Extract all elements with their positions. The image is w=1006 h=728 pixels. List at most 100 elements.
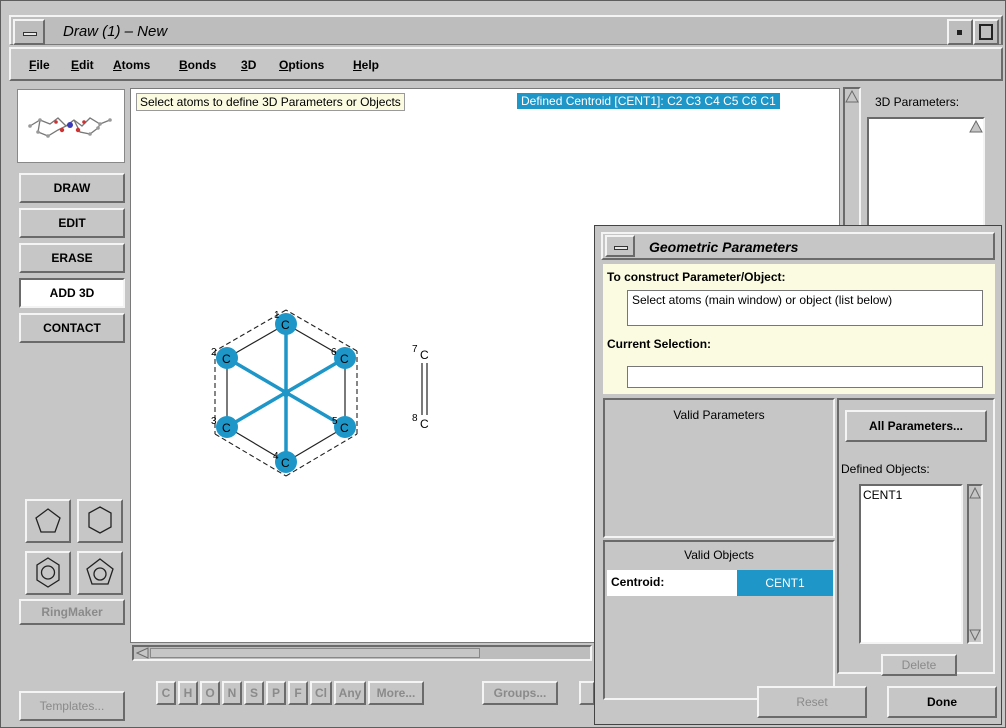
ringmaker-label: RingMaker [41, 605, 103, 619]
construct-panel: To construct Parameter/Object: Select at… [603, 264, 995, 394]
atom-label: C [281, 456, 290, 470]
maximize-button[interactable] [973, 19, 999, 45]
scroll-up-icon [845, 90, 859, 103]
atom-number: 6 [331, 347, 337, 358]
atom-number: 4 [273, 451, 279, 462]
menu-help-label: Help [353, 58, 380, 72]
menu-3d[interactable]: 3D [241, 58, 256, 72]
menu-help[interactable]: Help [353, 58, 379, 72]
atom-label: C [281, 318, 290, 332]
element-p-button[interactable]: P [266, 681, 286, 705]
menu-mnemonic: E [71, 58, 80, 72]
defined-object-item[interactable]: CENT1 [863, 488, 902, 502]
menu-options[interactable]: Options [279, 58, 324, 72]
menu-edit[interactable]: Edit [71, 58, 94, 72]
groups-label: Groups... [493, 686, 547, 700]
benzene-icon [36, 557, 60, 588]
scroll-thumb[interactable] [150, 648, 480, 658]
atom-label: C [340, 421, 349, 435]
element-o-label: O [205, 686, 215, 700]
menu-bonds[interactable]: Bonds [179, 58, 216, 72]
menu-mnemonic: F [29, 58, 37, 72]
cyclopentadienyl-ring-button[interactable] [77, 551, 123, 595]
element-o-button[interactable]: O [200, 681, 220, 705]
done-button[interactable]: Done [887, 686, 997, 718]
defined-scroll-up-icon [969, 487, 981, 499]
canvas-horizontal-scrollbar[interactable] [132, 645, 592, 661]
edit-button[interactable]: EDIT [19, 208, 125, 238]
params3d-label: 3D Parameters: [875, 95, 960, 109]
toolbar-button-partial[interactable] [579, 681, 595, 705]
maximize-icon [979, 24, 993, 40]
molecule-thumbnail-image [28, 117, 112, 138]
menu-file-label: File [29, 58, 50, 72]
all-parameters-label: All Parameters... [868, 419, 964, 433]
minimize-icon [957, 30, 962, 35]
groups-button[interactable]: Groups... [482, 681, 558, 705]
defined-objects-label: Defined Objects: [841, 462, 930, 476]
templates-label: Templates... [39, 699, 105, 713]
element-c-button[interactable]: C [156, 681, 176, 705]
pentagon-ring-button[interactable] [25, 499, 71, 543]
element-n-button[interactable]: N [222, 681, 242, 705]
contact-label: CONTACT [43, 321, 101, 335]
element-s-button[interactable]: S [244, 681, 264, 705]
list-scroll-up-icon [969, 120, 983, 133]
hexagon-ring-button[interactable] [77, 499, 123, 543]
benzene-ring-button[interactable] [25, 551, 71, 595]
menu-file[interactable]: File [29, 58, 50, 72]
element-n-label: N [227, 686, 237, 700]
valid-objects-label: Valid Objects [684, 548, 754, 562]
minimize-button[interactable] [947, 19, 973, 45]
contact-button[interactable]: CONTACT [19, 313, 125, 343]
erase-button[interactable]: ERASE [19, 243, 125, 273]
all-parameters-button[interactable]: All Parameters... [845, 410, 987, 442]
canvas-vertical-scrollbar[interactable] [843, 87, 861, 247]
molecule-thumbnail [17, 89, 125, 163]
menu-mnemonic: H [353, 58, 362, 72]
dialog-menu-button[interactable] [605, 235, 635, 257]
add-3d-label: ADD 3D [49, 286, 95, 300]
element-more-label: More... [376, 686, 416, 700]
atom-number: 7 [412, 344, 418, 355]
menu-atoms[interactable]: Atoms [113, 58, 150, 72]
defined-objects-list[interactable]: CENT1 [859, 484, 963, 644]
element-any-button[interactable]: Any [334, 681, 366, 705]
element-cl-button[interactable]: Cl [310, 681, 332, 705]
centroid-marker [282, 389, 290, 397]
atom-number: 1 [274, 310, 280, 321]
reset-button[interactable]: Reset [757, 686, 867, 718]
ringmaker-button[interactable]: RingMaker [19, 599, 125, 625]
window-menu-button[interactable] [13, 19, 45, 45]
element-h-label: H [183, 686, 193, 700]
atom-number: 8 [412, 413, 418, 424]
defined-objects-scrollbar[interactable] [967, 484, 983, 644]
element-any-label: Any [338, 686, 362, 700]
atom-label: C [420, 417, 429, 431]
menu-bonds-label: Bonds [179, 58, 217, 72]
current-selection-field[interactable] [627, 366, 983, 388]
delete-button[interactable]: Delete [881, 654, 957, 676]
element-p-label: P [271, 686, 280, 700]
element-c-label: C [161, 686, 171, 700]
object-type: Centroid: [611, 575, 665, 589]
window-menu-icon [23, 32, 37, 36]
valid-parameters-panel: Valid Parameters [603, 398, 835, 538]
add-3d-button[interactable]: ADD 3D [19, 278, 125, 308]
draw-button[interactable]: DRAW [19, 173, 125, 203]
done-label: Done [927, 695, 957, 709]
atom-label: C [222, 352, 231, 366]
delete-label: Delete [901, 658, 937, 672]
defined-scroll-down-icon [969, 629, 981, 641]
dialog-title: Geometric Parameters [649, 239, 799, 255]
templates-button[interactable]: Templates... [19, 691, 125, 721]
reset-label: Reset [796, 695, 828, 709]
valid-objects-panel: Valid Objects Centroid: CENT1 [603, 540, 835, 700]
element-f-button[interactable]: F [288, 681, 308, 705]
geometric-parameters-dialog: Geometric Parameters To construct Parame… [594, 225, 1002, 725]
element-cl-label: Cl [315, 686, 327, 700]
object-row[interactable]: Centroid: CENT1 [607, 570, 833, 596]
element-h-button[interactable]: H [178, 681, 198, 705]
element-more-button[interactable]: More... [368, 681, 424, 705]
window-title: Draw (1) – New [63, 23, 168, 40]
